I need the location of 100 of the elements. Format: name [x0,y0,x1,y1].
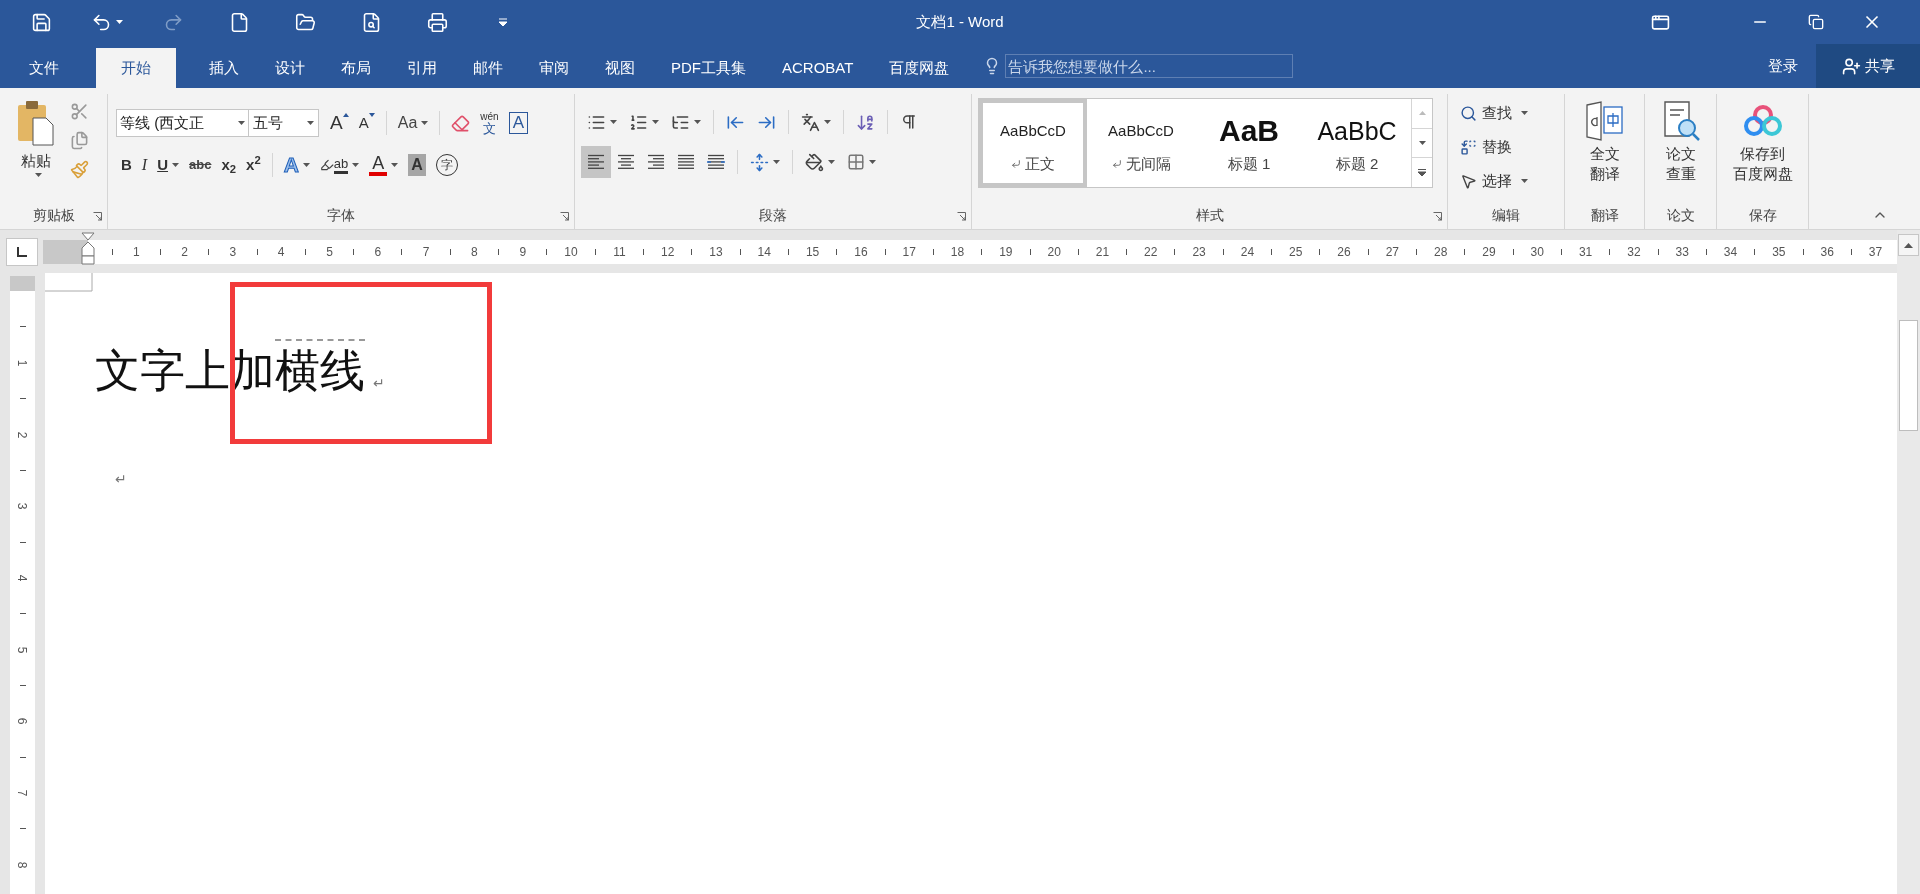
check-button[interactable]: 论文 查重 [1645,94,1716,184]
tell-me-field[interactable]: 告诉我您想要做什么... [1005,54,1294,78]
caret-icon[interactable] [421,121,429,125]
character-shading-button[interactable]: A [403,150,431,180]
caret-icon[interactable] [652,120,659,124]
ruler-number: 10 [564,243,578,261]
caret-icon[interactable] [1521,111,1528,115]
caret-icon[interactable] [238,121,245,125]
ribbon-tab[interactable]: 布局 [323,48,389,88]
change-case-button[interactable]: Aa [392,108,434,138]
font-color-button[interactable]: A [364,150,404,180]
style-item[interactable]: AaB 标题 1 [1195,99,1303,187]
caret-icon[interactable] [116,20,123,24]
sign-in-link[interactable]: 登录 [1750,44,1816,88]
font-size-field[interactable]: 五号 [249,109,319,137]
ruler-number: 33 [1675,243,1689,261]
ruler-number: 12 [661,243,675,261]
eraser-icon [451,113,471,133]
grow-font-button[interactable]: A [325,108,354,138]
paste-button[interactable]: 粘贴 [10,100,62,201]
dialog-launcher-icon[interactable] [560,212,569,221]
caret-icon[interactable] [828,160,835,164]
align-left-button[interactable] [581,146,611,178]
ruler-number: 37 [1868,243,1883,261]
copy-icon[interactable] [70,131,89,150]
scrollbar-thumb[interactable] [1899,320,1918,431]
subscript-button[interactable]: x$_{2}$ [216,150,242,180]
cloud-logo-icon [1742,104,1783,138]
dialog-launcher-icon[interactable] [93,212,102,221]
ruler-number: 34 [1723,243,1738,261]
caret-icon[interactable] [172,163,179,167]
replace-button[interactable]: 替换 [1460,132,1564,162]
caret-icon[interactable] [302,163,310,167]
search-icon [1460,104,1477,122]
ribbon-tab[interactable]: PDF工具集 [653,48,764,88]
document-paragraph: 文字上加横线 ↵ [95,339,385,401]
style-item[interactable]: AaBbCcD 无间隔 [1087,99,1195,187]
share-button[interactable]: 共享 [1816,44,1920,88]
find-button[interactable]: 查找 [1460,98,1564,128]
ribbon-tab[interactable]: 视图 [587,48,653,88]
ribbon-tab[interactable]: ACROBAT [764,48,872,88]
caret-icon[interactable] [694,120,701,124]
style-item[interactable]: AaBbC 标题 2 [1303,99,1411,187]
triangle-icon [342,113,349,117]
ruler-number: 9 [519,243,527,261]
tab-selector-button[interactable] [5,237,38,266]
font-name-field[interactable]: 等线 (西文正 [116,109,249,137]
align-right-icon [647,154,665,170]
caret-icon[interactable] [1521,179,1528,183]
caret-icon[interactable] [307,121,314,125]
phonetic-guide-button[interactable]: wén 文 [475,108,504,138]
select-button[interactable]: 选择 [1460,166,1564,196]
strikethrough-button[interactable]: abc [184,150,217,180]
character-border-button[interactable]: A [503,108,533,138]
bold-button[interactable]: B [116,150,137,180]
ruler-number: 2 [181,243,188,261]
cloud-button[interactable]: 保存到 百度网盘 [1717,94,1808,184]
caret-icon[interactable] [352,163,360,167]
ruler-number: 32 [1627,243,1641,261]
ruler-number: 16 [854,243,868,261]
translate-button[interactable]: 全文 翻译 [1565,94,1644,184]
ribbon-tab[interactable]: 设计 [257,48,323,88]
ribbon-tab[interactable]: 文件 [4,48,84,88]
ruler-number: 2 [14,431,31,438]
ruler-number: 29 [1482,243,1496,261]
italic-button[interactable]: I [136,150,153,180]
up-arrow-icon [1418,111,1426,116]
indent-marker-icon[interactable] [81,231,95,266]
window-title: 文档1 - Word [916,11,1004,32]
style-item[interactable]: AaBbCcD 正文 [979,99,1087,187]
ruler-number: 7 [422,243,430,261]
ribbon-tab[interactable]: 审阅 [521,48,587,88]
ruler-number: 5 [14,646,31,653]
ruler-number: 18 [950,243,965,261]
caret-icon[interactable] [773,160,780,164]
shrink-font-button[interactable]: A [353,108,380,138]
caret-icon[interactable] [391,163,399,167]
ribbon-tab[interactable]: 插入 [191,48,257,88]
sort-icon [856,112,875,132]
ribbon-tab[interactable]: 引用 [389,48,455,88]
caret-icon[interactable] [34,172,42,177]
scroll-up-button[interactable] [1898,234,1919,256]
dialog-launcher-icon[interactable] [957,212,966,221]
ruler-number: 31 [1578,243,1593,261]
ribbon-display-icon[interactable] [1651,12,1670,32]
restore-icon[interactable] [1808,14,1824,30]
ribbon-tab[interactable]: 百度网盘 [871,48,968,88]
caret-icon[interactable] [610,120,617,124]
superscript-button[interactable]: x$^{2}$ [241,150,266,180]
underline-button[interactable]: U [152,150,184,180]
dialog-launcher-icon[interactable] [1433,212,1442,221]
ribbon-tab[interactable]: 邮件 [455,48,521,88]
cut-icon[interactable] [70,102,89,121]
highlight-button[interactable]: ab [314,150,365,180]
pointer-icon [1460,172,1477,190]
caret-icon[interactable] [869,160,876,164]
ribbon-tab[interactable]: 开始 [96,48,176,88]
ruler-number: 36 [1820,243,1834,261]
ruler-number: 14 [757,243,771,261]
caret-icon[interactable] [824,120,831,124]
